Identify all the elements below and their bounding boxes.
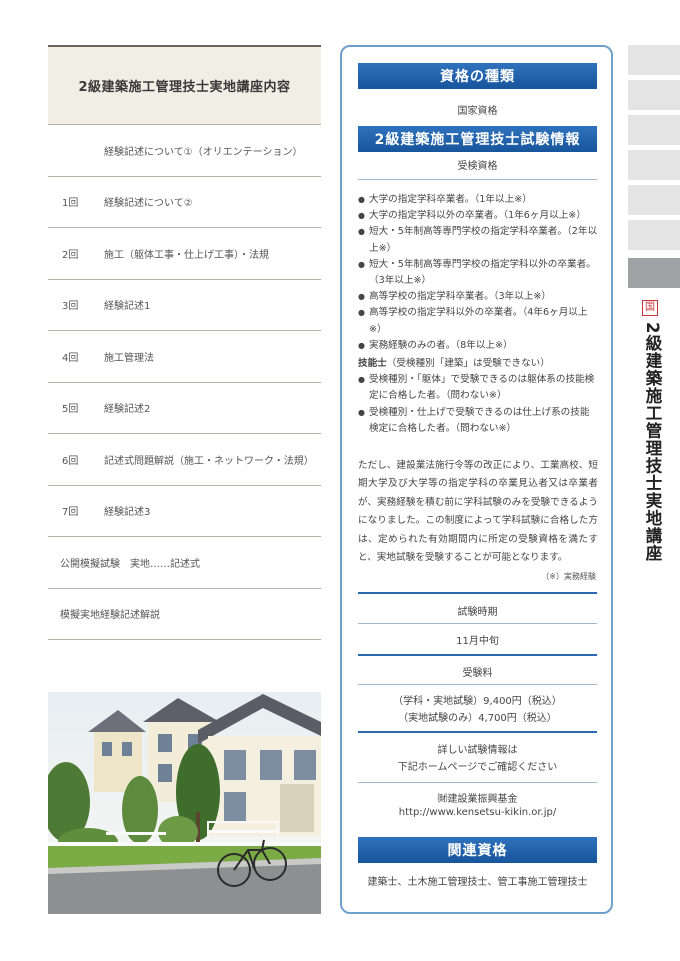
note-paragraph: ただし、建設業法施行令等の改正により、工業高校、短期大学及び大学等の指定学科の卒… bbox=[358, 460, 598, 564]
sidebar-tab-active[interactable] bbox=[628, 258, 680, 288]
course-row-text: 経験記述について② bbox=[104, 198, 193, 210]
eligibility-item: 高等学校の指定学科以外の卒業者。（4年6ヶ月以上※） bbox=[358, 305, 598, 337]
course-row: 経験記述について①（オリエンテーション） bbox=[48, 125, 321, 177]
housing-photo bbox=[48, 692, 321, 914]
course-row-number: 5回 bbox=[62, 404, 79, 416]
sidebar-label: 国 2級建築施工管理技士実地講座 bbox=[640, 300, 662, 562]
divider bbox=[358, 684, 597, 685]
sidebar-tab[interactable] bbox=[628, 185, 680, 215]
course-table: 2級建築施工管理技士実地講座内容 経験記述について①（オリエンテーション） 1回… bbox=[48, 45, 321, 640]
fee-label: 受験料 bbox=[462, 668, 493, 679]
sidebar-tab[interactable] bbox=[628, 115, 680, 145]
course-row-text: 経験記述3 bbox=[104, 507, 151, 519]
course-row-text: 経験記述2 bbox=[104, 404, 151, 416]
divider bbox=[358, 592, 597, 594]
course-row-number: 3回 bbox=[62, 301, 79, 313]
related-value: 建築士、土木施工管理技士、管工事施工管理技士 bbox=[367, 877, 588, 888]
eligibility-label: 受検資格 bbox=[457, 161, 498, 172]
course-row-number: 4回 bbox=[62, 352, 79, 364]
skill-heading: 技能士（受検種別「建築」は受験できない） bbox=[358, 356, 598, 372]
skill-note: （受検種別「建築」は受験できない） bbox=[386, 358, 550, 370]
org-url[interactable]: http://www.kensetsu-kikin.or.jp/ bbox=[358, 807, 597, 818]
course-row: 5回 経験記述2 bbox=[48, 383, 321, 434]
course-extra-row: 模擬実地経験記述解説 bbox=[48, 589, 321, 640]
detail-line: 下記ホームページでご確認ください bbox=[397, 762, 558, 773]
course-extra-text: 模擬実地経験記述解説 bbox=[60, 610, 160, 622]
detail-line: 詳しい試験情報は bbox=[437, 745, 518, 756]
course-row-number: 2回 bbox=[62, 249, 79, 261]
exam-period-label: 試験時期 bbox=[457, 607, 498, 618]
divider bbox=[358, 731, 597, 733]
sidebar-title: 2級建築施工管理技士実地講座 bbox=[643, 322, 662, 562]
course-row: 1回 経験記述について② bbox=[48, 177, 321, 228]
housing-photo-image bbox=[48, 692, 321, 914]
skill-item: 受検種別・仕上げで受験できるのは仕上げ系の技能検定に合格した者。（問わない※） bbox=[358, 405, 598, 437]
related-header: 関連資格 bbox=[358, 837, 597, 863]
note-reference: （※）実務経験 bbox=[541, 572, 596, 581]
type-value: 国家資格 bbox=[457, 106, 498, 117]
course-extra-row: 公開模擬試験 実地……記述式 bbox=[48, 537, 321, 589]
course-row-number: 7回 bbox=[62, 507, 79, 519]
info-header: 2級建築施工管理技士試験情報 bbox=[358, 126, 597, 152]
divider bbox=[358, 654, 597, 656]
course-row-text: 経験記述1 bbox=[104, 301, 151, 313]
eligibility-item: 短大・5年制高等専門学校の指定学科以外の卒業者。（3年以上※） bbox=[358, 257, 598, 289]
eligibility-item: 大学の指定学科卒業者。（1年以上※） bbox=[358, 192, 598, 208]
eligibility-item: 短大・5年制高等専門学校の指定学科卒業者。（2年以上※） bbox=[358, 224, 598, 256]
eligibility-list: 大学の指定学科卒業者。（1年以上※） 大学の指定学科以外の卒業者。（1年6ヶ月以… bbox=[358, 192, 598, 437]
divider bbox=[358, 623, 597, 624]
course-row-text: 記述式問題解説（施工・ネットワーク・法規） bbox=[104, 455, 314, 467]
divider bbox=[358, 782, 597, 783]
eligibility-item: 高等学校の指定学科卒業者。（3年以上※） bbox=[358, 289, 598, 305]
divider bbox=[358, 179, 597, 180]
sidebar-tab[interactable] bbox=[628, 80, 680, 110]
course-row-text: 経験記述について①（オリエンテーション） bbox=[104, 146, 303, 158]
course-row: 7回 経験記述3 bbox=[48, 486, 321, 537]
org-name: ㈶建設業振興基金 bbox=[437, 794, 518, 805]
sidebar-tab[interactable] bbox=[628, 45, 680, 75]
course-row: 3回 経験記述1 bbox=[48, 280, 321, 331]
course-row: 4回 施工管理法 bbox=[48, 331, 321, 383]
eligibility-item: 大学の指定学科以外の卒業者。（1年6ヶ月以上※） bbox=[358, 208, 598, 224]
skill-item: 受検種別・「躯体」で受験できるのは躯体系の技能検定に合格した者。（問わない※） bbox=[358, 372, 598, 404]
course-title: 2級建築施工管理技士実地講座内容 bbox=[48, 45, 321, 125]
course-extra-text: 公開模擬試験 実地……記述式 bbox=[60, 558, 200, 570]
course-row-number: 1回 bbox=[62, 198, 79, 210]
eligibility-item: 実務経験のみの者。（8年以上※） bbox=[358, 338, 598, 354]
course-row: 6回 記述式問題解説（施工・ネットワーク・法規） bbox=[48, 434, 321, 486]
skill-title: 技能士 bbox=[358, 358, 387, 370]
national-badge: 国 bbox=[642, 300, 658, 316]
info-panel: 資格の種類 国家資格 2級建築施工管理技士試験情報 受検資格 大学の指定学科卒業… bbox=[340, 45, 613, 914]
course-row-number: 6回 bbox=[62, 455, 79, 467]
course-row-text: 施工（躯体工事・仕上げ工事）・法規 bbox=[104, 249, 269, 261]
exam-period-value: 11月中旬 bbox=[456, 636, 499, 647]
sidebar-tab[interactable] bbox=[628, 150, 680, 180]
fee-line: （実地試験のみ）4,700円（税込） bbox=[398, 713, 557, 724]
course-row-text: 施工管理法 bbox=[104, 352, 154, 364]
type-header: 資格の種類 bbox=[358, 63, 597, 89]
course-row: 2回 施工（躯体工事・仕上げ工事）・法規 bbox=[48, 228, 321, 280]
sidebar-tab[interactable] bbox=[628, 220, 680, 250]
fee-line: （学科・実地試験）9,400円（税込） bbox=[393, 696, 562, 707]
